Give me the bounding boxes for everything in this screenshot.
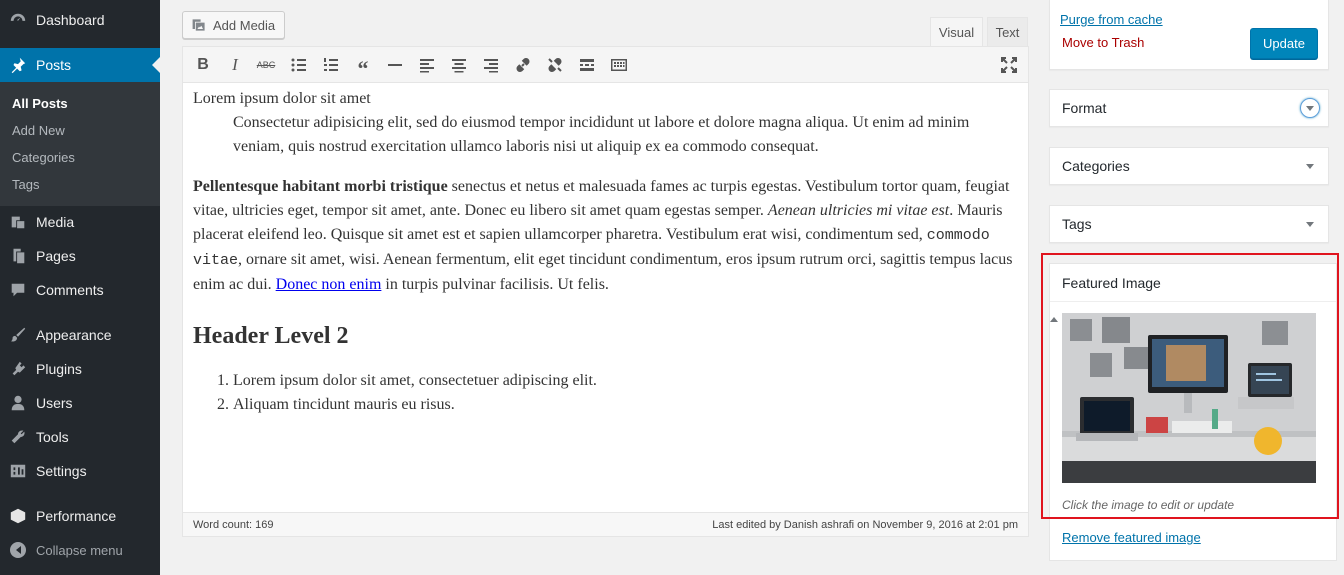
admin-sidebar: Dashboard Posts All Posts Add New Catego… <box>0 0 160 575</box>
sidebar-item-plugins[interactable]: Plugins <box>0 352 160 386</box>
sidebar-item-tools[interactable]: Tools <box>0 420 160 454</box>
purge-cache-link[interactable]: Purge from cache <box>1060 12 1163 27</box>
numbered-list-icon[interactable] <box>319 54 343 76</box>
format-box: Format <box>1049 89 1329 127</box>
content-italic: Aenean ultricies mi vitae est <box>767 202 950 219</box>
submenu-categories[interactable]: Categories <box>12 150 75 165</box>
pages-icon <box>0 247 36 265</box>
featured-image-title[interactable]: Featured Image <box>1050 264 1336 302</box>
horizontal-line-icon[interactable] <box>383 54 407 76</box>
sidebar-item-label: Pages <box>36 248 76 264</box>
categories-box: Categories <box>1049 147 1329 185</box>
content-paragraph: Pellentesque habitant morbi tristique se… <box>193 175 1019 297</box>
dashboard-icon <box>0 11 36 29</box>
comments-icon <box>0 281 36 299</box>
format-box-title[interactable]: Format <box>1050 90 1328 126</box>
fullscreen-icon[interactable] <box>997 54 1021 76</box>
collapse-arrow-icon <box>0 542 36 558</box>
content-blockquote: Consectetur adipisicing elit, sed do eiu… <box>233 114 970 155</box>
content-ordered-list: Lorem ipsum dolor sit amet, consectetuer… <box>233 369 1019 417</box>
read-more-icon[interactable] <box>575 54 599 76</box>
add-media-label: Add Media <box>213 17 276 33</box>
featured-image-thumbnail[interactable] <box>1062 313 1316 483</box>
brush-icon <box>0 326 36 344</box>
plugin-icon <box>0 360 36 378</box>
sidebar-item-label: Settings <box>36 463 87 479</box>
list-item: Aliquam tincidunt mauris eu risus. <box>233 393 1019 417</box>
categories-box-title[interactable]: Categories <box>1050 148 1328 184</box>
add-media-button[interactable]: Add Media <box>182 11 285 39</box>
content-text: in turpis pulvinar facilisis. Ut felis. <box>381 276 609 293</box>
sidebar-item-users[interactable]: Users <box>0 386 160 420</box>
sidebar-item-comments[interactable]: Comments <box>0 273 160 307</box>
sidebar-item-label: Media <box>36 214 75 230</box>
collapse-menu-button[interactable]: Collapse menu <box>0 538 160 562</box>
sidebar-item-label: Dashboard <box>36 12 105 28</box>
move-to-trash-link[interactable]: Move to Trash <box>1062 35 1144 50</box>
link-icon[interactable] <box>511 54 535 76</box>
content-heading: Header Level 2 <box>193 323 349 349</box>
update-button[interactable]: Update <box>1250 28 1318 59</box>
submenu-add-new[interactable]: Add New <box>12 123 65 138</box>
align-center-icon[interactable] <box>447 54 471 76</box>
sidebar-item-settings[interactable]: Settings <box>0 454 160 488</box>
word-count: Word count: 169 <box>193 518 274 531</box>
sidebar-item-appearance[interactable]: Appearance <box>0 318 160 352</box>
users-icon <box>0 394 36 412</box>
strikethrough-icon[interactable]: ABC <box>254 54 278 76</box>
submenu-all-posts[interactable]: All Posts <box>12 96 68 111</box>
chevron-down-icon[interactable] <box>1304 160 1316 172</box>
settings-icon <box>0 462 36 480</box>
sidebar-item-performance[interactable]: Performance <box>0 499 160 533</box>
italic-icon[interactable]: I <box>223 54 247 76</box>
sidebar-item-dashboard[interactable]: Dashboard <box>0 3 160 37</box>
pin-icon <box>0 56 36 74</box>
sidebar-item-label: Tools <box>36 429 69 445</box>
post-editor: B I ABC “ Lorem ipsum dolor sit amet Con… <box>182 46 1029 537</box>
sidebar-item-label: Appearance <box>36 327 112 343</box>
sidebar-item-pages[interactable]: Pages <box>0 239 160 273</box>
blockquote-icon[interactable]: “ <box>351 54 375 81</box>
bold-icon[interactable]: B <box>191 54 215 76</box>
sidebar-item-label: Users <box>36 395 73 411</box>
content-bold: Pellentesque habitant morbi tristique <box>193 178 448 195</box>
tab-text[interactable]: Text <box>987 17 1028 47</box>
tab-visual[interactable]: Visual <box>930 17 983 47</box>
toolbar-toggle-icon[interactable] <box>607 54 631 76</box>
content-line: Lorem ipsum dolor sit amet <box>193 90 371 107</box>
chevron-up-icon[interactable] <box>1050 302 1058 317</box>
last-edited: Last edited by Danish ashrafi on Novembe… <box>712 518 1018 531</box>
sidebar-item-posts[interactable]: Posts <box>0 48 160 82</box>
editor-statusbar: Word count: 169 Last edited by Danish as… <box>183 512 1028 536</box>
sidebar-item-label: Performance <box>36 508 117 524</box>
content-link[interactable]: Donec non enim <box>276 276 382 293</box>
chevron-down-icon[interactable] <box>1304 218 1316 230</box>
remove-featured-image-link[interactable]: Remove featured image <box>1062 530 1201 545</box>
sidebar-item-label: Posts <box>36 57 72 73</box>
sidebar-item-label: Comments <box>36 282 104 298</box>
featured-image-hint: Click the image to edit or update <box>1062 498 1235 512</box>
chevron-down-icon[interactable] <box>1300 98 1320 118</box>
posts-submenu: All Posts Add New Categories Tags <box>0 82 160 206</box>
align-left-icon[interactable] <box>415 54 439 76</box>
sidebar-item-label: Plugins <box>36 361 82 377</box>
editor-content[interactable]: Lorem ipsum dolor sit amet Consectetur a… <box>193 87 1019 417</box>
unlink-icon[interactable] <box>543 54 567 76</box>
performance-icon <box>0 507 36 525</box>
submenu-tags[interactable]: Tags <box>12 177 39 192</box>
editor-toolbar: B I ABC “ <box>183 47 1028 83</box>
wrench-icon <box>0 428 36 446</box>
media-icon <box>0 213 36 231</box>
media-icon <box>192 19 205 31</box>
bullet-list-icon[interactable] <box>287 54 311 76</box>
collapse-menu-label: Collapse menu <box>36 542 123 558</box>
list-item: Lorem ipsum dolor sit amet, consectetuer… <box>233 369 1019 393</box>
tags-box-title[interactable]: Tags <box>1050 206 1328 242</box>
tags-box: Tags <box>1049 205 1329 243</box>
align-right-icon[interactable] <box>479 54 503 76</box>
sidebar-item-media[interactable]: Media <box>0 205 160 239</box>
